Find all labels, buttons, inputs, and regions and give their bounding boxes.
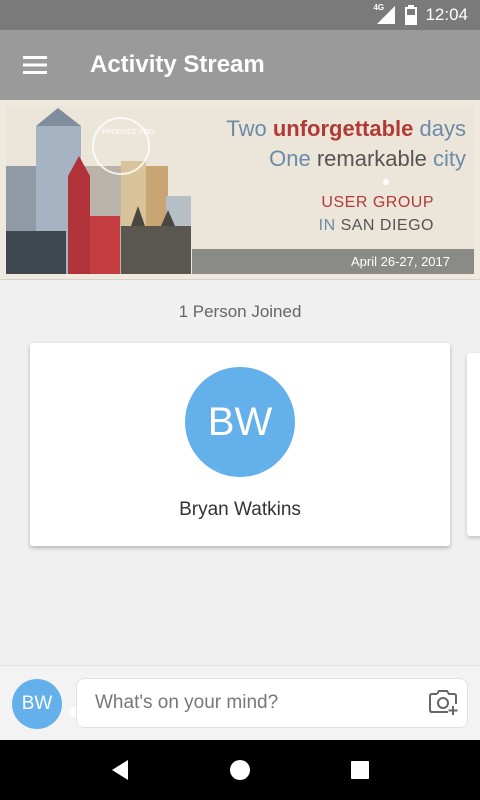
banner-location: IN SAN DIEGO (319, 217, 434, 235)
home-button[interactable] (215, 745, 265, 795)
joined-count-label: 1 Person Joined (178, 302, 302, 321)
network-type-label: 4G (373, 3, 385, 12)
square-recents-icon (351, 761, 369, 779)
clock: 12:04 (425, 5, 468, 24)
back-button[interactable] (95, 745, 145, 795)
logo-text: PRODUCE PRO (102, 129, 155, 136)
camera-button[interactable] (428, 690, 458, 721)
event-banner[interactable]: PRODUCE PRO Two unforgettable days One r… (0, 100, 480, 280)
banner-image: PRODUCE PRO Two unforgettable days One r… (6, 106, 474, 274)
camera-add-icon (429, 690, 458, 715)
banner-tagline-1: Two unforgettable days (226, 116, 466, 142)
signal-icon: 4G (373, 3, 397, 25)
post-input[interactable]: What's on your mind? (76, 678, 468, 728)
banner-tagline-2: One remarkable city (269, 146, 466, 172)
tagline-2-suffix: city (426, 146, 466, 171)
banner-in-word: IN (318, 217, 336, 234)
tagline-2-highlight: remarkable (316, 146, 427, 171)
battery-icon (405, 5, 418, 25)
post-composer: BW What's on your mind? (0, 665, 480, 740)
tagline-2-prefix: One (269, 146, 317, 171)
hamburger-menu-icon (23, 56, 47, 74)
person-name[interactable]: Bryan Watkins (30, 499, 450, 521)
app-bar: Activity Stream (0, 30, 480, 100)
triangle-back-icon (112, 760, 128, 780)
post-input-placeholder: What's on your mind? (95, 692, 279, 713)
status-bar: 4G 12:04 (0, 0, 480, 30)
city-skyline-illustration: PRODUCE PRO (6, 108, 191, 274)
banner-dates: April 26-27, 2017 (192, 249, 474, 274)
tagline-1-highlight: unforgettable (272, 116, 414, 141)
banner-city: SAN DIEGO (335, 217, 434, 234)
circle-home-icon (230, 760, 250, 780)
person-card[interactable]: BW Bryan Watkins (30, 343, 450, 546)
tagline-1-suffix: days (413, 116, 466, 141)
system-nav-bar (0, 740, 480, 800)
menu-button[interactable] (0, 30, 70, 100)
banner-user-group: USER GROUP (321, 194, 434, 211)
tagline-1-prefix: Two (226, 116, 273, 141)
avatar[interactable]: BW (185, 367, 295, 477)
next-card-peek[interactable] (467, 353, 480, 536)
recents-button[interactable] (335, 745, 385, 795)
banner-dot (383, 179, 389, 185)
user-avatar[interactable]: BW (12, 679, 62, 729)
page-title: Activity Stream (90, 51, 265, 78)
